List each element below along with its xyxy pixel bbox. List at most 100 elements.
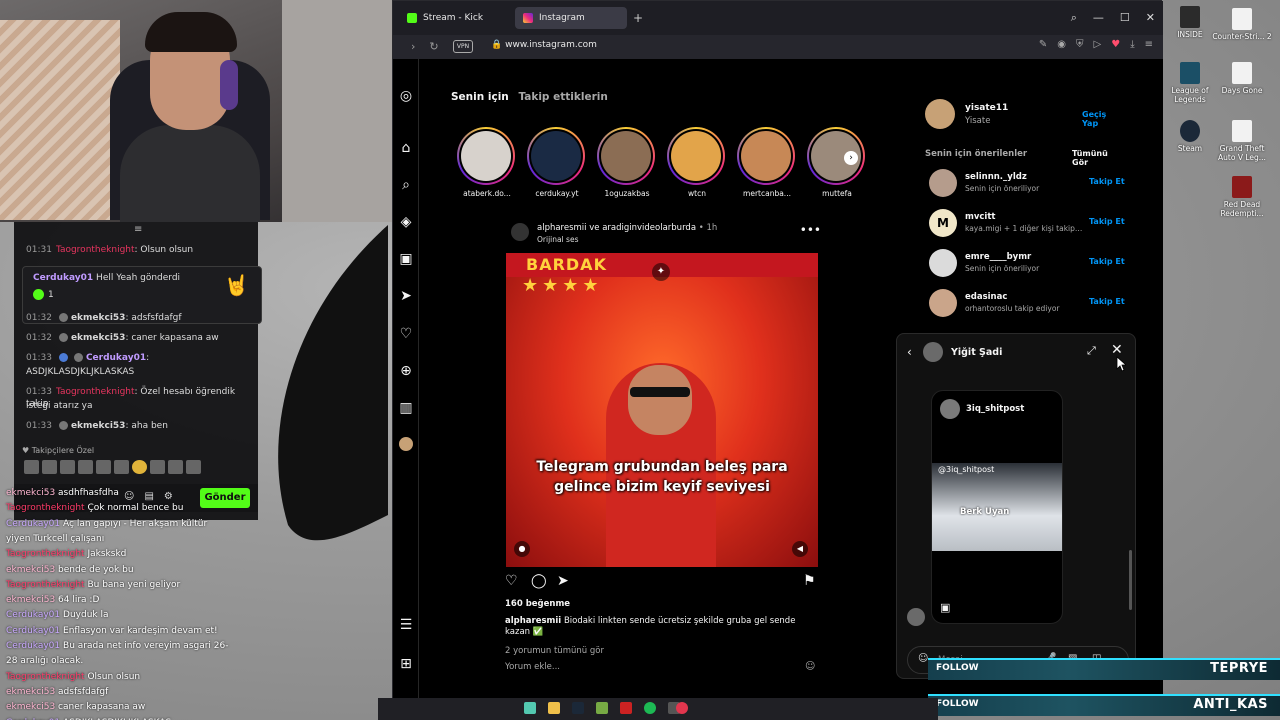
back-icon[interactable]: ‹ (907, 345, 912, 359)
follow-button[interactable]: Takip Et (1089, 257, 1125, 266)
edit-icon[interactable]: ✎ (1039, 39, 1047, 50)
post-video[interactable]: BARDAK ★★★★ ✦ Telegram grubundan beleş p… (506, 253, 818, 567)
threads-icon[interactable]: ⊞ (397, 655, 415, 673)
suggestion-name[interactable]: selinnn._yldz (965, 172, 1027, 182)
reels-icon[interactable]: ▣ (397, 250, 415, 268)
opera-icon[interactable] (676, 702, 688, 714)
suggestion-name[interactable]: emre____bymr (965, 252, 1031, 262)
dm-title[interactable]: Yiğit Şadi (951, 347, 1002, 358)
notifications-icon[interactable]: ♡ (397, 325, 415, 343)
taskbar-app-icon[interactable] (596, 702, 608, 714)
camera-icon[interactable]: ◉ (1057, 39, 1066, 50)
story-item[interactable]: muttefa (807, 127, 867, 198)
follow-button[interactable]: Takip Et (1089, 297, 1125, 306)
more-menu-icon[interactable]: ☰ (397, 616, 415, 634)
instagram-logo-icon[interactable]: ◎ (397, 87, 415, 105)
avatar[interactable] (925, 99, 955, 129)
share-icon[interactable]: ➤ (557, 573, 569, 589)
maximize-button[interactable]: ☐ (1120, 11, 1130, 25)
desktop-icon-inside[interactable]: INSIDE (1160, 6, 1220, 39)
emote[interactable] (150, 460, 165, 474)
steam-icon[interactable] (572, 702, 584, 714)
avatar[interactable] (929, 289, 957, 317)
comment-icon[interactable]: ◯ (531, 573, 547, 589)
post-avatar[interactable] (511, 223, 529, 241)
create-icon[interactable]: ⊕ (397, 362, 415, 380)
profile-avatar[interactable] (397, 437, 415, 455)
story-item[interactable]: cerdukay.yt (527, 127, 587, 198)
url-field[interactable]: 🔒 www.instagram.com (491, 40, 597, 50)
emote[interactable] (168, 460, 183, 474)
emote[interactable] (114, 460, 129, 474)
shield-icon[interactable]: ⛨ (1076, 39, 1084, 50)
desktop-icon-gta[interactable]: Grand Theft Auto V Leg... (1212, 120, 1272, 162)
spotify-icon[interactable] (644, 702, 656, 714)
avatar[interactable] (923, 342, 943, 362)
see-all-link[interactable]: Tümünü Gör (1072, 149, 1125, 167)
tagged-user-icon[interactable]: ● (514, 541, 530, 557)
home-icon[interactable]: ⌂ (397, 139, 415, 157)
dashboard-icon[interactable]: ▥ (397, 399, 415, 417)
like-icon[interactable]: ♡ (505, 573, 518, 589)
chat-collapse-icon[interactable]: ≡ (134, 225, 148, 235)
sparkle-icon[interactable]: ✦ (652, 263, 670, 281)
story-item[interactable]: ataberk.do... (457, 127, 517, 198)
scrollbar[interactable] (1129, 550, 1132, 610)
taskbar-app-icon[interactable] (620, 702, 632, 714)
switch-account-link[interactable]: Geçiş Yap (1082, 110, 1125, 128)
emote[interactable] (96, 460, 111, 474)
emoji-icon[interactable]: ☺ (918, 653, 928, 664)
minimize-button[interactable]: — (1093, 11, 1104, 25)
stories-next-icon[interactable]: › (844, 151, 858, 165)
tab-following[interactable]: Takip ettiklerin (518, 91, 607, 103)
avatar[interactable]: M (929, 209, 957, 237)
close-button[interactable]: ✕ (1146, 11, 1155, 25)
folder-icon[interactable] (548, 702, 560, 714)
desktop-icon-red-dead[interactable]: Red Dead Redempti... (1212, 176, 1272, 218)
expand-icon[interactable]: ⤢ (1087, 344, 1096, 358)
story-item[interactable]: mertcanba... (737, 127, 797, 198)
follow-button[interactable]: Takip Et (1089, 217, 1125, 226)
search-icon[interactable]: ⌕ (397, 176, 415, 194)
emoji-icon[interactable]: ☺ (805, 661, 815, 672)
post-audio[interactable]: Orijinal ses (537, 235, 578, 244)
emote[interactable] (78, 460, 93, 474)
shared-reel-card[interactable]: 3iq_shitpost @3iq_shitpost Berk Uyan ▣ (931, 390, 1063, 624)
heart-icon[interactable]: ♥ (1111, 39, 1120, 50)
post-usernames[interactable]: alpharesmii ve aradiginvideolarburda • 1… (537, 223, 717, 233)
avatar[interactable] (929, 169, 957, 197)
like-count[interactable]: 160 beğenme (505, 599, 570, 609)
suggestion-name[interactable]: edasinac (965, 292, 1007, 302)
story-item[interactable]: 1oguzakbas (597, 127, 657, 198)
more-options-icon[interactable]: ••• (800, 223, 821, 237)
emote[interactable] (42, 460, 57, 474)
my-username[interactable]: yisate11 (965, 103, 1008, 113)
emote[interactable] (60, 460, 75, 474)
story-item[interactable]: wtcn (667, 127, 727, 198)
emote[interactable] (186, 460, 201, 474)
follow-button[interactable]: Takip Et (1089, 177, 1125, 186)
taskbar-app-icon[interactable] (524, 702, 536, 714)
menu-icon[interactable]: ≡ (1145, 39, 1153, 50)
save-icon[interactable]: ⚑ (803, 573, 816, 589)
vpn-badge[interactable]: VPN (453, 40, 473, 53)
play-icon[interactable]: ▷ (1094, 39, 1102, 50)
emote[interactable] (132, 460, 147, 474)
search-icon[interactable]: ⌕ (1071, 11, 1077, 25)
emote[interactable] (24, 460, 39, 474)
tab-instagram[interactable]: Instagram (515, 7, 627, 29)
reload-icon[interactable]: ↻ (429, 40, 438, 53)
desktop-icon-steam[interactable]: Steam (1160, 120, 1220, 153)
messages-icon[interactable]: ➤ (397, 287, 415, 305)
explore-icon[interactable]: ◈ (397, 213, 415, 231)
sidebar-toggle-icon[interactable]: › (411, 40, 415, 53)
view-comments-link[interactable]: 2 yorumun tümünü gör (505, 646, 604, 656)
new-tab-button[interactable]: + (631, 11, 645, 25)
desktop-icon-counter-strike[interactable]: Counter-Stri... 2 (1212, 8, 1272, 41)
download-icon[interactable]: ⤓ (1130, 39, 1134, 50)
desktop-icon-days-gone[interactable]: Days Gone (1212, 62, 1272, 95)
tab-kick[interactable]: Stream - Kick Dashboard (399, 7, 515, 45)
suggestion-name[interactable]: mvcitt (965, 212, 995, 222)
tab-for-you[interactable]: Senin için (451, 91, 509, 103)
desktop-icon-league-of-legends[interactable]: League of Legends (1160, 62, 1220, 104)
